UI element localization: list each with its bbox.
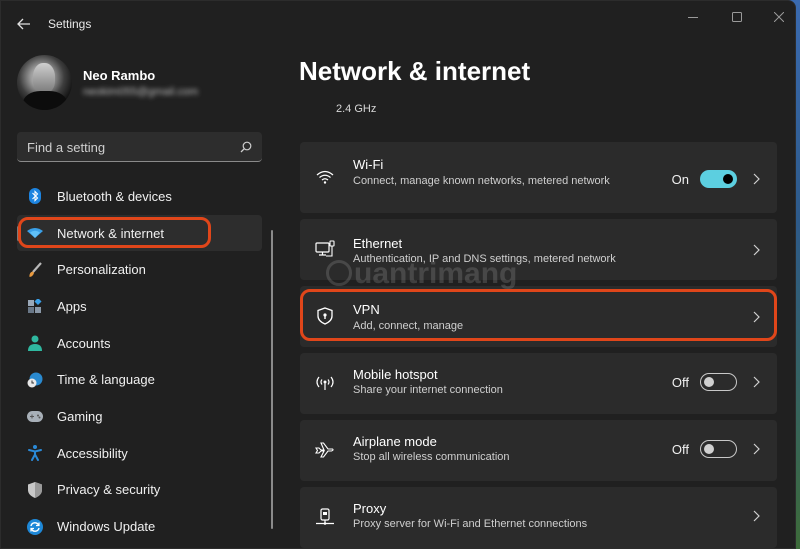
sidebar-nav: Bluetooth & devices Network & internet P… [17, 178, 262, 545]
vpn-shield-icon [314, 305, 336, 327]
wifi-toggle-label: On [671, 172, 689, 187]
minimize-button[interactable] [673, 5, 713, 29]
card-subtitle: Authentication, IP and DNS settings, met… [353, 253, 616, 265]
card-title: Airplane mode [353, 434, 437, 449]
close-button[interactable] [759, 5, 795, 29]
sidebar-item-label: Time & language [57, 372, 155, 388]
wifi-band-text: 2.4 GHz [336, 103, 377, 115]
ethernet-card[interactable]: Ethernet Authentication, IP and DNS sett… [300, 219, 777, 280]
sidebar-item-label: Privacy & security [57, 482, 161, 498]
search-icon[interactable] [240, 140, 252, 158]
card-title: VPN [353, 302, 380, 317]
accessibility-icon [27, 445, 43, 462]
clock-globe-icon [27, 372, 43, 388]
settings-window: Settings Neo Rambo neokim055@gmail.com F… [0, 0, 796, 549]
minimize-icon [688, 17, 698, 18]
chevron-right-icon [751, 443, 761, 455]
update-icon [27, 518, 43, 535]
card-subtitle: Add, connect, manage [353, 320, 464, 332]
toggle-knob [704, 444, 714, 454]
avatar-body [23, 91, 67, 110]
wifi-icon [27, 225, 43, 241]
bluetooth-icon [27, 188, 43, 205]
toggle-knob [723, 174, 733, 184]
card-title: Mobile hotspot [353, 367, 438, 382]
card-subtitle: Share your internet connection [353, 384, 503, 396]
maximize-icon [732, 12, 742, 22]
user-name: Neo Rambo [83, 68, 156, 83]
sidebar-item-label: Windows Update [57, 519, 156, 535]
settings-list: Wi-Fi Connect, manage known networks, me… [300, 142, 777, 548]
sidebar-item-label: Accessibility [57, 445, 128, 461]
search-placeholder: Find a setting [27, 140, 106, 155]
sidebar-item-label: Bluetooth & devices [57, 188, 172, 204]
toggle-knob [704, 377, 714, 387]
page-title: Network & internet [299, 56, 531, 86]
avatar-face [33, 63, 55, 93]
proxy-card[interactable]: Proxy Proxy server for Wi-Fi and Etherne… [300, 487, 777, 548]
sidebar-item-personalization[interactable]: Personalization [17, 251, 262, 288]
hotspot-icon [314, 372, 336, 394]
sidebar-item-label: Network & internet [57, 225, 164, 241]
sidebar-item-privacy[interactable]: Privacy & security [17, 472, 262, 509]
wifi-toggle[interactable] [700, 170, 737, 188]
card-title: Wi-Fi [353, 157, 384, 172]
sidebar-item-label: Gaming [57, 408, 103, 424]
chevron-right-icon [751, 376, 761, 388]
chevron-right-icon [751, 173, 761, 185]
card-subtitle: Stop all wireless communication [353, 451, 510, 463]
sidebar-item-label: Personalization [57, 262, 146, 278]
avatar[interactable] [17, 55, 72, 110]
gamepad-icon [27, 408, 43, 424]
sidebar-item-apps[interactable]: Apps [17, 288, 262, 325]
wifi-card[interactable]: Wi-Fi Connect, manage known networks, me… [300, 142, 777, 213]
sidebar-item-bluetooth[interactable]: Bluetooth & devices [17, 178, 262, 215]
apps-icon [27, 298, 43, 314]
proxy-icon [314, 506, 336, 528]
mobile-hotspot-card[interactable]: Mobile hotspot Share your internet conne… [300, 353, 777, 414]
back-arrow-icon [17, 18, 30, 30]
airplane-icon [314, 439, 336, 461]
airplane-toggle-label: Off [671, 442, 689, 457]
airplane-toggle[interactable] [700, 440, 737, 458]
chevron-right-icon [751, 244, 761, 256]
card-title: Ethernet [353, 236, 403, 251]
hotspot-toggle[interactable] [700, 373, 737, 391]
chevron-right-icon [751, 510, 761, 522]
hotspot-toggle-label: Off [671, 375, 689, 390]
sidebar-item-label: Apps [57, 298, 87, 314]
sidebar-item-accessibility[interactable]: Accessibility [17, 435, 262, 472]
card-subtitle: Connect, manage known networks, metered … [353, 175, 610, 187]
chevron-right-icon [751, 311, 761, 323]
person-icon [27, 335, 43, 352]
sidebar-item-gaming[interactable]: Gaming [17, 398, 262, 435]
brush-icon [27, 261, 43, 278]
search-input[interactable]: Find a setting [17, 132, 262, 162]
sidebar-scrollbar[interactable] [271, 230, 273, 529]
airplane-mode-card[interactable]: Airplane mode Stop all wireless communic… [300, 420, 777, 481]
close-icon [774, 12, 784, 22]
vpn-card[interactable]: VPN Add, connect, manage [300, 286, 777, 347]
sidebar-item-network[interactable]: Network & internet [17, 214, 262, 252]
title-bar: Settings [1, 1, 795, 47]
app-title: Settings [48, 17, 92, 31]
card-subtitle: Proxy server for Wi-Fi and Ethernet conn… [353, 518, 588, 530]
card-title: Proxy [353, 501, 387, 516]
user-email: neokim055@gmail.com [83, 86, 199, 98]
sidebar-item-time-language[interactable]: Time & language [17, 361, 262, 398]
maximize-button[interactable] [717, 5, 757, 29]
selection-indicator [17, 225, 20, 241]
back-button[interactable] [13, 13, 35, 35]
ethernet-icon [314, 238, 336, 260]
shield-icon [27, 481, 43, 498]
sidebar-item-windows-update[interactable]: Windows Update [17, 508, 262, 545]
wifi-icon [314, 166, 336, 188]
sidebar-item-accounts[interactable]: Accounts [17, 325, 262, 362]
sidebar-item-label: Accounts [57, 335, 111, 351]
